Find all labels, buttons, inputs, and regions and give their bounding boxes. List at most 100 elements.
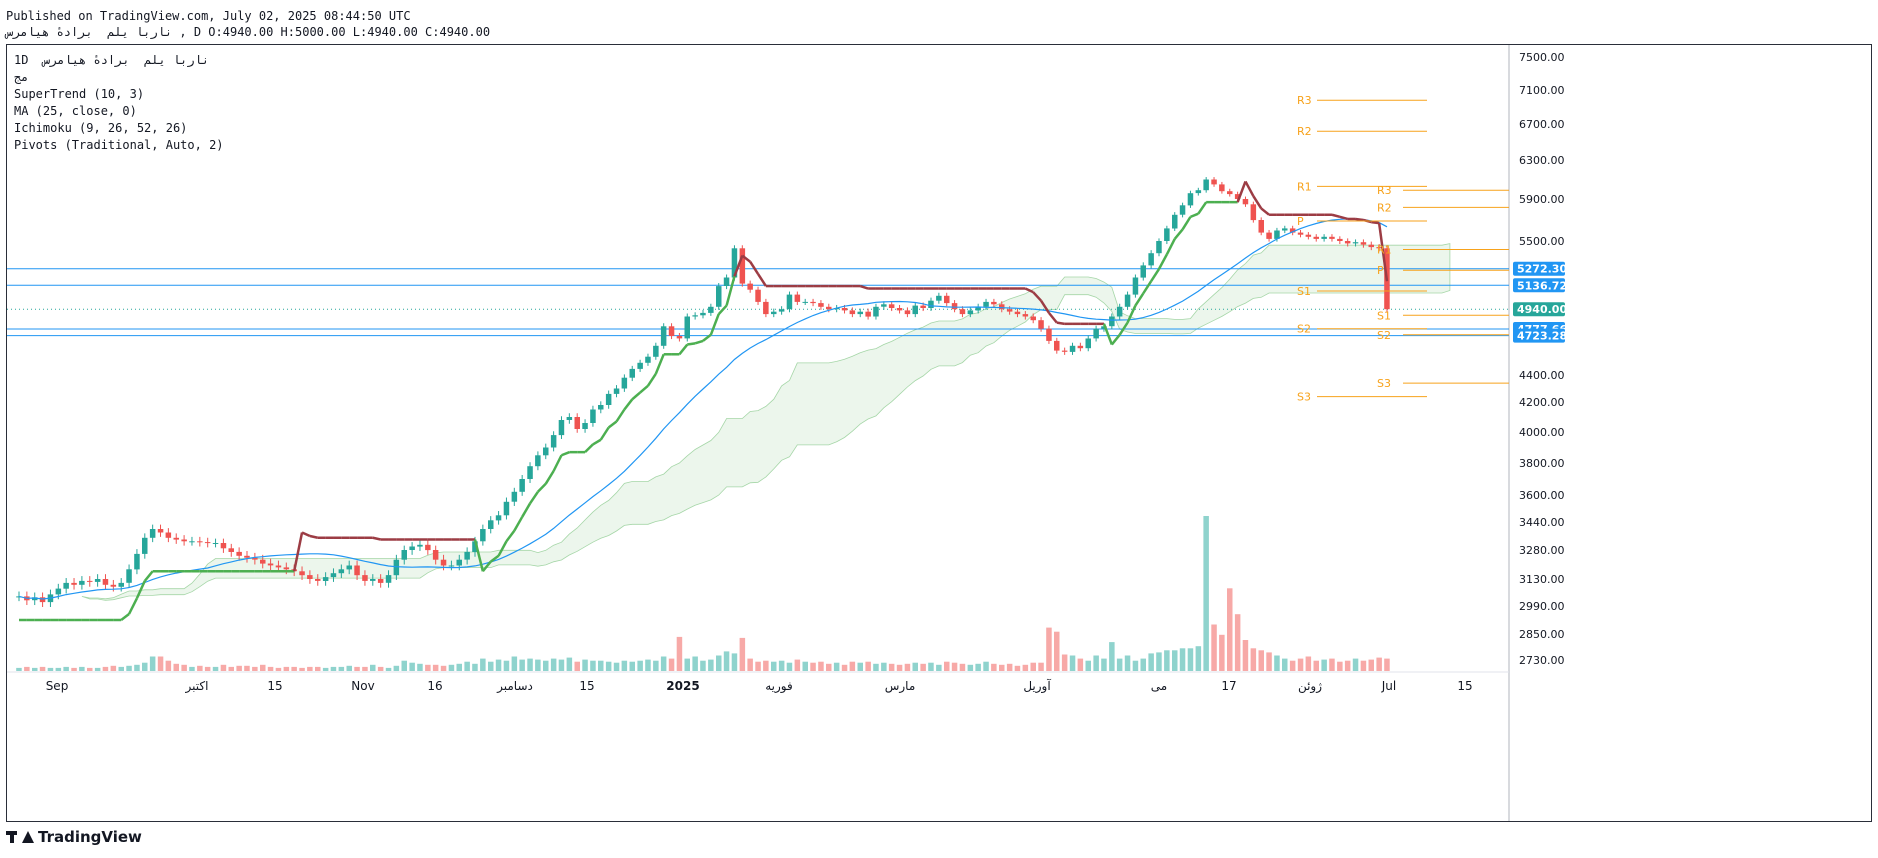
moving-average-line — [18, 218, 1388, 600]
supertrend-segment — [639, 384, 649, 394]
x-tick-label: مارس — [885, 679, 916, 694]
candle-body — [464, 551, 470, 560]
volume-bar — [346, 665, 352, 671]
volume-bar — [566, 657, 573, 671]
volume-bar — [1384, 658, 1390, 671]
volume-bar — [881, 662, 887, 671]
y-tick-label: 6300.00 — [1519, 154, 1565, 167]
volume-bar — [676, 636, 683, 671]
candle-body — [1061, 350, 1068, 352]
candle-body — [1313, 236, 1319, 239]
volume-bar — [747, 658, 753, 671]
volume-bar — [1164, 650, 1170, 671]
supertrend-segment — [1157, 253, 1168, 270]
candle-body — [346, 565, 352, 570]
candle-body — [126, 569, 132, 583]
volume-bar — [79, 666, 85, 671]
supertrend-segment — [120, 613, 130, 621]
legend-pivots[interactable]: Pivots (Traditional, Auto, 2) — [14, 137, 224, 154]
candle-body — [338, 569, 345, 574]
volume-bar — [637, 660, 643, 671]
pivot-label-prev-s3: S3 — [1297, 391, 1311, 404]
candle-body — [873, 306, 879, 317]
candle-body — [157, 529, 164, 533]
candle-body — [1172, 214, 1178, 229]
ichimoku-cloud — [81, 243, 1451, 601]
candle-body — [755, 289, 761, 302]
price-tag-label: 4723.28 — [1517, 330, 1567, 343]
candle-body — [653, 345, 659, 357]
candle-body — [118, 582, 124, 587]
volume-bar — [1187, 648, 1194, 671]
volume-bar — [1203, 516, 1209, 671]
price-chart[interactable]: R3R3R2R2R1R1PPS1S1S2 S2S3S37500.007100.00… — [7, 45, 1871, 821]
candle-body — [1305, 234, 1312, 237]
candle-body — [401, 550, 407, 560]
candle-body — [87, 580, 93, 582]
candle-body — [322, 577, 329, 581]
candle-body — [1321, 236, 1327, 239]
supertrend-segment — [309, 534, 319, 539]
candle-body — [1054, 340, 1060, 351]
y-tick-label: 5900.00 — [1519, 193, 1565, 206]
volume-bar — [244, 665, 250, 671]
volume-bar — [519, 659, 525, 671]
candle-body — [362, 575, 368, 581]
volume-bar — [920, 663, 926, 671]
legend-ichimoku[interactable]: Ichimoku (9, 26, 52, 26) — [14, 120, 224, 137]
pivot-label-prev-r1: R1 — [1297, 180, 1312, 193]
supertrend-segment — [537, 482, 547, 493]
candle-body — [1360, 242, 1367, 245]
supertrend-segment — [646, 373, 657, 387]
supertrend-segment — [859, 284, 869, 290]
supertrend-segment — [1134, 292, 1145, 307]
candle-body — [134, 553, 140, 570]
volume-bar — [983, 661, 989, 671]
supertrend-segment — [372, 536, 381, 541]
candle-body — [983, 301, 989, 307]
candle-body — [212, 543, 219, 544]
x-tick-label: آوریل — [1023, 678, 1051, 694]
candle-body — [1227, 191, 1233, 195]
supertrend-segment — [1047, 312, 1058, 324]
candle-body — [857, 311, 863, 315]
candle-body — [519, 479, 525, 492]
candle-body — [550, 435, 557, 448]
candle-body — [503, 501, 510, 516]
chart-frame[interactable]: R3 R3 R2 R2 R1 R1 P P S1 S1 S2 S2 S3 S3 7500.00 7100.00… — [6, 44, 1872, 822]
volume-bar — [857, 662, 863, 671]
supertrend-segment — [1150, 268, 1161, 282]
candle-body — [315, 579, 321, 581]
x-tick-label: 17 — [1221, 679, 1236, 693]
volume-bar — [181, 664, 187, 671]
candle-body — [1282, 228, 1288, 231]
candle-body — [1258, 220, 1264, 233]
pivot-label-prev-r2: R2 — [1297, 125, 1312, 138]
supertrend-segment — [1165, 238, 1176, 255]
supertrend-segment — [1181, 216, 1192, 231]
candle-body — [1187, 193, 1194, 206]
volume-bar — [558, 659, 565, 671]
candle-body — [605, 393, 612, 405]
x-tick-label: دسامبر — [496, 679, 533, 694]
legend-supertrend[interactable]: SuperTrend (10, 3) — [14, 86, 224, 103]
volume-bar — [1061, 654, 1068, 671]
supertrend-segment — [623, 398, 634, 411]
volume-bar — [173, 663, 179, 671]
volume-bar — [94, 667, 101, 671]
volume-bar — [629, 661, 635, 671]
volume-bar — [849, 661, 856, 671]
volume-bar — [322, 667, 329, 671]
volume-bar — [102, 666, 109, 671]
volume-bar — [228, 666, 234, 671]
candle-body — [244, 555, 250, 558]
volume-bar — [409, 662, 415, 671]
volume-bar — [480, 658, 486, 671]
tradingview-logo[interactable]: TradingView — [6, 828, 142, 846]
volume-bar — [723, 651, 730, 671]
candle-body — [527, 466, 533, 479]
legend-moving-average[interactable]: MA (25, close, 0) — [14, 103, 224, 120]
candle-body — [951, 303, 958, 310]
candle-body — [723, 277, 730, 286]
candle-body — [1242, 199, 1249, 205]
